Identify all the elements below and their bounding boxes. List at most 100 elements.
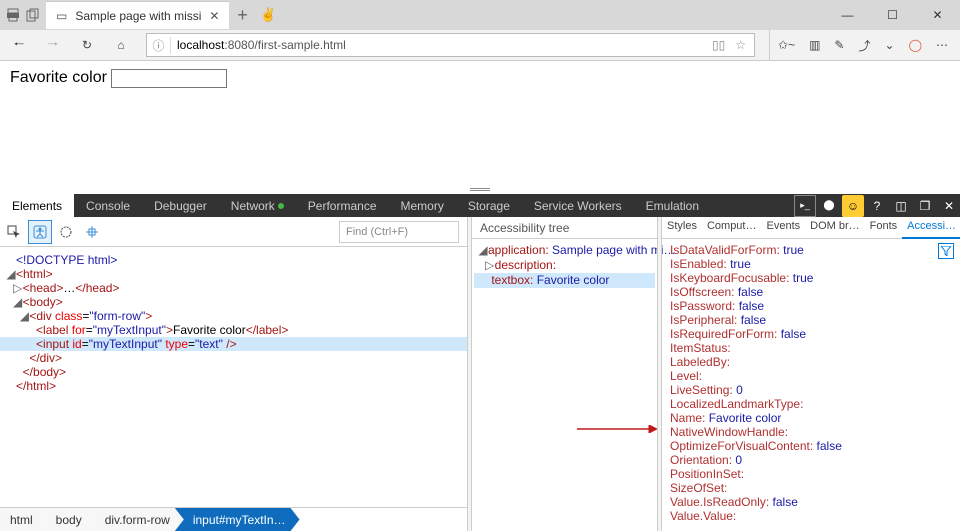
rtab-styles[interactable]: Styles (662, 217, 702, 238)
property-row: PositionInSet: (670, 467, 952, 481)
titlebar-left (0, 8, 40, 22)
property-row: IsPassword: false (670, 299, 952, 313)
rtab-accessibility[interactable]: Accessi… (902, 217, 960, 239)
property-row: IsEnabled: true (670, 257, 952, 271)
refresh-button[interactable]: ↻ (72, 31, 102, 59)
right-panel: Styles Comput… Events DOM br… Fonts Acce… (662, 217, 960, 531)
print-icon[interactable] (6, 8, 20, 22)
crumb-div[interactable]: div.form-row (87, 508, 184, 531)
rtab-fonts[interactable]: Fonts (865, 217, 903, 238)
undock-icon[interactable]: ❐ (914, 195, 936, 217)
property-row: Value.Value: (670, 509, 952, 523)
property-row: NativeWindowHandle: (670, 425, 952, 439)
tab-elements[interactable]: Elements (0, 194, 74, 217)
minimize-button[interactable]: — (825, 0, 870, 30)
window-controls: — ☐ ✕ (825, 0, 960, 30)
highlight-icon[interactable] (80, 220, 104, 244)
property-row: IsDataValidForForm: true (670, 243, 952, 257)
find-input[interactable]: Find (Ctrl+F) (339, 221, 459, 243)
forward-button[interactable]: 🠒 (38, 31, 68, 59)
title-bar: ▭ Sample page with missi ✕ + ✌ — ☐ ✕ (0, 0, 960, 30)
property-row: OptimizeForVisualContent: false (670, 439, 952, 453)
site-info-icon[interactable]: ⓘ (147, 37, 171, 54)
property-row: Orientation: 0 (670, 453, 952, 467)
property-row: IsKeyboardFocusable: true (670, 271, 952, 285)
dock-icon[interactable]: ◫ (890, 195, 912, 217)
browser-tab[interactable]: ▭ Sample page with missi ✕ (46, 1, 229, 29)
property-row: LabeledBy: (670, 355, 952, 369)
elements-panel: Find (Ctrl+F) <!DOCTYPE html> ◢<html> ▷<… (0, 217, 467, 531)
home-button[interactable]: ⌂ (106, 31, 136, 59)
console-drawer-icon[interactable]: ▸_ (794, 195, 816, 217)
property-row: LiveSetting: 0 (670, 383, 952, 397)
extension-icon[interactable]: ◯ (909, 38, 922, 52)
maximize-button[interactable]: ☐ (870, 0, 915, 30)
dom-tree[interactable]: <!DOCTYPE html> ◢<html> ▷<head>…</head> … (0, 247, 467, 507)
more-icon[interactable]: ⋯ (936, 38, 948, 52)
back-button[interactable]: 🠐 (4, 31, 34, 59)
favorite-icon[interactable]: ☆ (735, 38, 746, 52)
tab-emulation[interactable]: Emulation (634, 194, 711, 217)
select-element-icon[interactable] (2, 220, 26, 244)
right-panel-tabs: Styles Comput… Events DOM br… Fonts Acce… (662, 217, 960, 239)
tab-chevron-icon[interactable]: ✌ (255, 7, 281, 23)
accessibility-tree-header: Accessibility tree (472, 217, 657, 239)
tab-memory[interactable]: Memory (389, 194, 456, 217)
devtools-controls: ▸_ ⬤ ☺ ? ◫ ❐ ✕ (794, 194, 960, 217)
property-row: LocalizedLandmarkType: (670, 397, 952, 411)
property-row: IsOffscreen: false (670, 285, 952, 299)
property-row: IsPeripheral: false (670, 313, 952, 327)
selected-acc-node: textbox: Favorite color (474, 273, 655, 288)
crumb-html[interactable]: html (0, 508, 47, 531)
close-devtools-icon[interactable]: ✕ (938, 195, 960, 217)
tab-storage[interactable]: Storage (456, 194, 522, 217)
tab-service-workers[interactable]: Service Workers (522, 194, 634, 217)
devtools-body: Find (Ctrl+F) <!DOCTYPE html> ◢<html> ▷<… (0, 217, 960, 531)
new-tab-button[interactable]: + (229, 5, 255, 26)
devtools-drag-handle[interactable] (0, 184, 960, 194)
tab-network[interactable]: Network (219, 194, 296, 217)
errors-icon[interactable]: ⬤ (818, 195, 840, 217)
accessibility-properties[interactable]: IsDataValidForForm: trueIsEnabled: trueI… (662, 239, 960, 531)
selected-dom-node: <input id="myTextInput" type="text" /> (0, 337, 467, 351)
favorite-color-label: Favorite color (10, 69, 107, 87)
notes-icon[interactable]: ✎ (834, 38, 844, 52)
property-row: IsRequiredForForm: false (670, 327, 952, 341)
rtab-events[interactable]: Events (762, 217, 806, 238)
property-row: Level: (670, 369, 952, 383)
rtab-dom[interactable]: DOM br… (805, 217, 865, 238)
tab-console[interactable]: Console (74, 194, 142, 217)
share-icon[interactable]: ⤴ (858, 37, 870, 54)
close-window-button[interactable]: ✕ (915, 0, 960, 30)
tab-debugger[interactable]: Debugger (142, 194, 219, 217)
favorites-icon[interactable]: ✩~ (778, 38, 795, 52)
page-icon: ▭ (56, 9, 67, 23)
favorite-color-input[interactable] (111, 69, 227, 88)
page-content: Favorite color (0, 61, 960, 184)
reading-list-icon[interactable]: ▥ (809, 38, 820, 52)
accessibility-tree-panel: Accessibility tree ◢application: Sample … (472, 217, 657, 531)
url-bar[interactable]: ⓘ localhost:8080/first-sample.html ▯▯ ☆ (146, 33, 755, 57)
tab-close-icon[interactable]: ✕ (209, 9, 219, 23)
pocket-icon[interactable]: ⌄ (885, 38, 895, 52)
breadcrumb: html body div.form-row input#myTextIn… (0, 507, 467, 531)
crumb-input[interactable]: input#myTextIn… (175, 508, 300, 531)
accessibility-tree-icon[interactable] (28, 220, 52, 244)
property-row: ItemStatus: (670, 341, 952, 355)
browser-toolbar: 🠐 🠒 ↻ ⌂ ⓘ localhost:8080/first-sample.ht… (0, 30, 960, 61)
property-row: SizeOfSet: (670, 481, 952, 495)
url-text: localhost:8080/first-sample.html (171, 38, 352, 52)
help-icon[interactable]: ? (866, 195, 888, 217)
tab-performance[interactable]: Performance (296, 194, 389, 217)
feedback-icon[interactable]: ☺ (842, 195, 864, 217)
filter-icon[interactable] (938, 243, 954, 259)
color-picker-icon[interactable] (54, 220, 78, 244)
copy-icon[interactable] (26, 8, 40, 22)
rtab-computed[interactable]: Comput… (702, 217, 762, 238)
tab-title: Sample page with missi (75, 9, 201, 23)
property-row: Name: Favorite color (670, 411, 952, 425)
elements-toolbar: Find (Ctrl+F) (0, 217, 467, 247)
accessibility-tree[interactable]: ◢application: Sample page with mi… ▷desc… (472, 239, 657, 292)
reading-view-icon[interactable]: ▯▯ (712, 38, 725, 52)
urlbar-right: ▯▯ ☆ (712, 38, 754, 52)
